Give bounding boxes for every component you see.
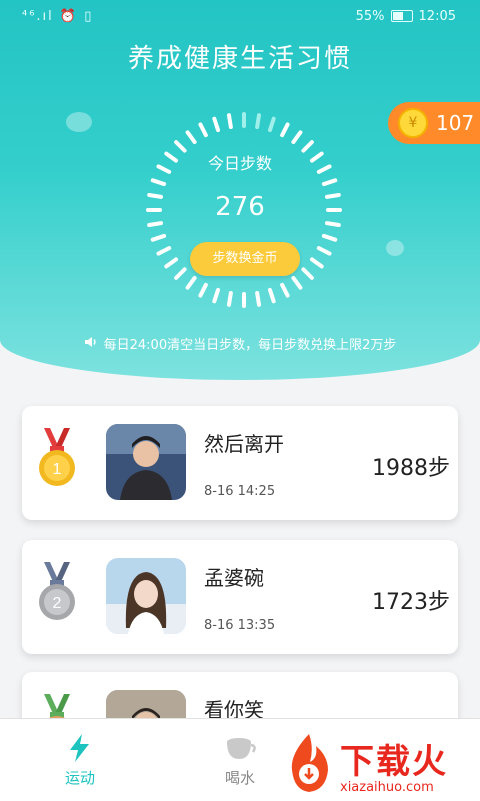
dial-tick [164,257,179,269]
watermark-text: 下载火 [340,742,448,782]
decor-bubble [66,112,92,132]
avatar [106,558,186,634]
dial-tick [150,233,167,242]
dial-tick [150,178,167,187]
tab-exercise[interactable]: 运动 [0,719,160,801]
silver-medal-icon: 2 [39,562,75,620]
dial-tick [156,246,172,256]
speaker-icon [84,335,98,353]
dial-tick [226,290,233,307]
lightning-icon [70,734,89,762]
dial-tick [301,267,314,280]
dial-tick [185,275,197,290]
dial-tick [147,221,164,228]
dial-tick [267,116,276,133]
avatar [106,424,186,500]
dial-tick [185,130,197,145]
medal-rank: 2 [53,595,62,612]
watermark-url: xiazaihuo.com [340,780,434,795]
signal-icons: ⁴⁶.ıl ⏰ ▯ [22,9,94,24]
dial-tick [316,246,332,256]
dial-tick [291,275,303,290]
dial-tick [321,233,338,242]
dial-tick [255,290,262,307]
dial-tick [212,116,221,133]
status-right: 55% 12:05 [356,9,456,24]
steps-value: 276 [215,192,265,222]
dial-tick [212,287,221,304]
gold-medal-icon: 1 [39,428,75,486]
status-bar: ⁴⁶.ıl ⏰ ▯ 55% 12:05 [0,0,480,34]
record-time: 8-16 13:35 [204,618,276,633]
convert-steps-button[interactable]: 步数换金币 [190,242,300,276]
notice-bar: 每日24:00清空当日步数，每日步数兑换上限2万步 [0,334,480,353]
tab-label: 运动 [64,769,95,787]
dial-tick [226,113,233,130]
dial-tick [291,130,303,145]
ranking-row-1[interactable]: 1 然后离开 8-16 14:25 1988步 [22,406,458,520]
steps-label: 今日步数 [207,154,272,173]
dial-tick [255,113,262,130]
step-count: 1723步 [372,590,450,615]
decor-bubble [386,240,404,256]
dial-tick [280,282,290,298]
record-time: 8-16 14:25 [204,484,276,499]
battery-percent: 55% [355,9,385,24]
dial-tick [174,267,187,280]
flame-logo-icon [291,734,328,792]
user-name: 然后离开 [204,432,284,456]
header-banner: ⁴⁶.ıl ⏰ ▯ 55% 12:05 养成健康生活习惯 今日步数 276 步数换… [0,0,480,380]
dial-tick [280,122,290,138]
watermark: 下载火 xiazaihuo.com [282,732,478,800]
cup-icon [227,738,256,759]
dial-tick [267,287,276,304]
medal-rank: 1 [53,461,62,478]
dial-tick [198,282,208,298]
battery-icon [390,9,413,22]
dial-tick [198,122,208,138]
coin-icon: ¥ [398,108,428,138]
dial-tick [324,221,341,228]
step-count: 1988步 [372,456,450,481]
clock: 12:05 [418,9,456,24]
coin-count: 107 [436,111,475,135]
ranking-row-2[interactable]: 2 孟婆碗 8-16 13:35 1723步 [22,540,458,654]
coin-balance-badge[interactable]: ¥ 107 [388,102,480,144]
dial-tick [321,178,338,187]
dial-tick [309,257,324,269]
notice-text: 每日24:00清空当日步数，每日步数兑换上限2万步 [103,338,397,353]
page-title: 养成健康生活习惯 [127,44,352,74]
user-name: 孟婆碗 [204,566,264,590]
